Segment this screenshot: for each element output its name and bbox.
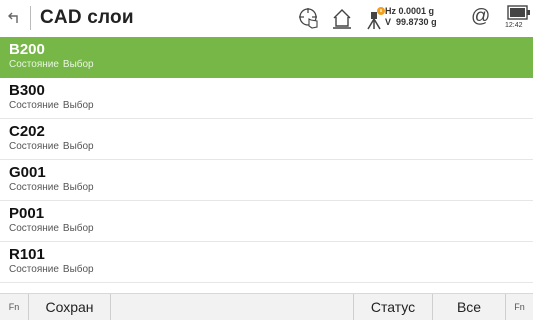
all-button[interactable]: Все (432, 293, 505, 320)
save-button[interactable]: Сохран (28, 293, 110, 320)
layer-state: Состояние (9, 182, 59, 193)
v-value: 99.8730 g (396, 17, 437, 27)
battery-time: 12:42 (505, 22, 523, 29)
hz-label: Hz (385, 6, 396, 16)
layer-meta: Состояние Выбор (9, 263, 533, 276)
layer-row[interactable]: B300 Состояние Выбор (0, 78, 533, 119)
layer-state: Состояние (9, 264, 59, 275)
layer-row[interactable]: G001 Состояние Выбор (0, 160, 533, 201)
layer-row[interactable]: P001 Состояние Выбор (0, 201, 533, 242)
status-icons (296, 0, 395, 36)
page-title: CAD слои (40, 7, 134, 28)
back-arrow-icon[interactable] (0, 0, 30, 36)
layer-meta: Состояние Выбор (9, 222, 533, 235)
fn-left-button[interactable]: Fn (0, 294, 28, 320)
layer-meta: Состояние Выбор (9, 181, 533, 194)
layer-code: R101 (9, 246, 45, 263)
layer-state: Состояние (9, 141, 59, 152)
v-label: V (385, 17, 392, 27)
layer-state: Состояние (9, 223, 59, 234)
layer-select: Выбор (62, 59, 94, 70)
layer-meta: Состояние Выбор (9, 99, 533, 112)
layer-select: Выбор (62, 182, 94, 193)
empty-softkey (110, 293, 353, 320)
layer-row[interactable]: C202 Состояние Выбор (0, 119, 533, 160)
layer-meta: Состояние Выбор (9, 140, 533, 153)
layer-state: Состояние (9, 100, 59, 111)
layer-select: Выбор (62, 223, 94, 234)
home-icon[interactable] (329, 5, 355, 31)
at-icon[interactable]: @ (471, 6, 490, 28)
layer-select: Выбор (62, 100, 94, 111)
layer-select: Выбор (62, 141, 94, 152)
softkey-bar: Fn Сохран Статус Все Fn (0, 293, 533, 320)
layer-code: B300 (9, 82, 45, 99)
crosshair-hand-icon[interactable] (296, 5, 322, 31)
layer-code: C202 (9, 123, 45, 140)
angle-readout: Hz 0.0001 g V 99.8730 g (385, 6, 437, 28)
battery-icon: 12:42 (505, 4, 531, 32)
v-readout: V 99.8730 g (385, 17, 437, 28)
layer-row[interactable]: R101 Состояние Выбор (0, 242, 533, 283)
status-button[interactable]: Статус (353, 293, 432, 320)
layer-code: B200 (9, 41, 45, 58)
title-bar: CAD слои (0, 0, 533, 36)
layer-code: P001 (9, 205, 45, 222)
layer-row[interactable]: B200 Состояние Выбор (0, 37, 533, 78)
layer-select: Выбор (62, 264, 94, 275)
layer-state: Состояние (9, 59, 59, 70)
layer-list: B200 Состояние Выбор B300 Состояние Выбор … (0, 37, 533, 283)
layer-code: G001 (9, 164, 46, 181)
hz-value: 0.0001 g (398, 6, 435, 16)
header-divider (30, 6, 31, 30)
fn-right-button[interactable]: Fn (505, 293, 533, 320)
hz-readout: Hz 0.0001 g (385, 6, 437, 17)
layer-meta: Состояние Выбор (9, 58, 533, 71)
